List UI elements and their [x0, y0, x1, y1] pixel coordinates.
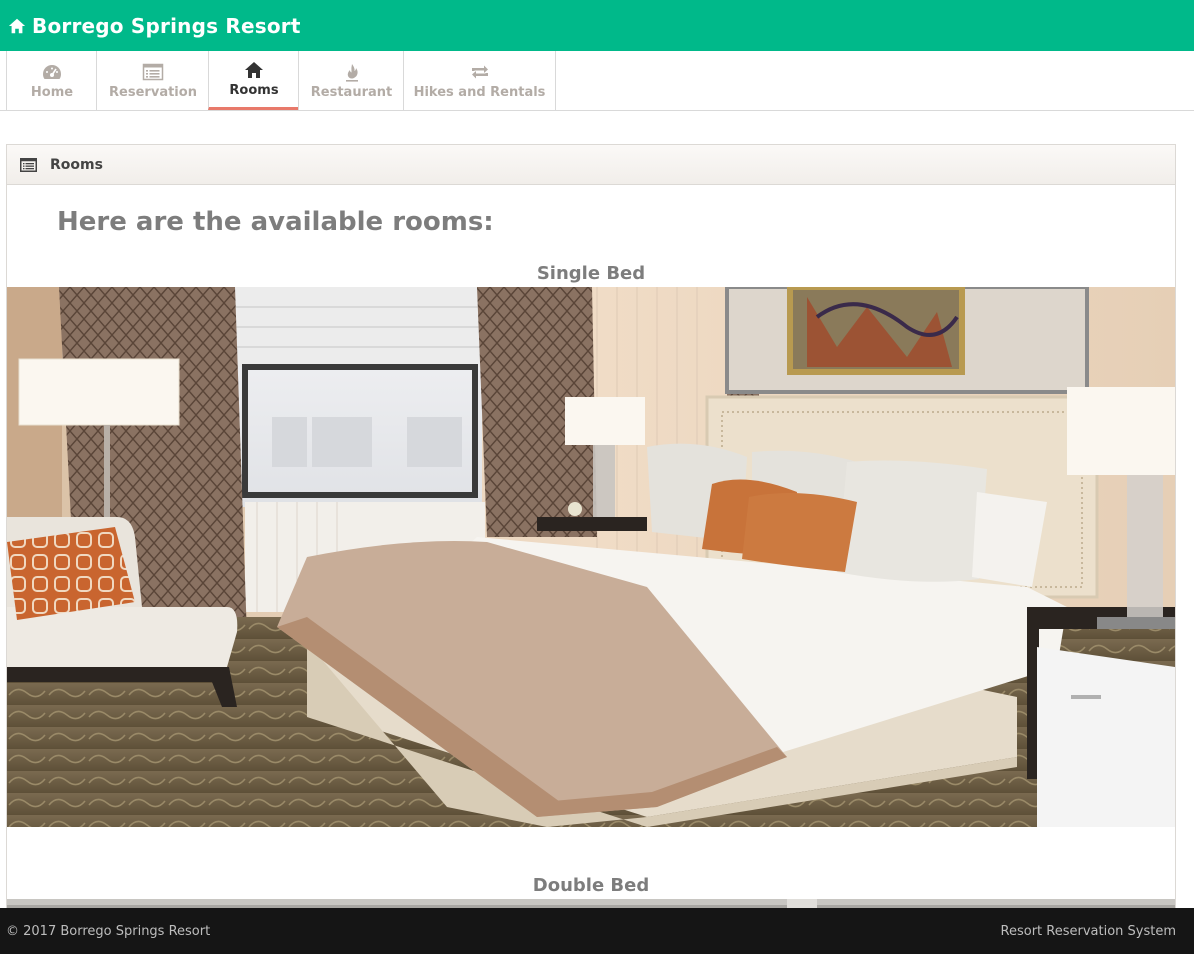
- footer: © 2017 Borrego Springs Resort Resort Res…: [0, 908, 1194, 954]
- brand-title[interactable]: Borrego Springs Resort: [32, 14, 301, 38]
- room-title-single: Single Bed: [536, 263, 646, 284]
- list-icon: [20, 157, 37, 172]
- room-title-double: Double Bed: [532, 875, 650, 896]
- dashboard-icon: [43, 64, 61, 79]
- tab-home[interactable]: Home: [6, 51, 97, 110]
- tab-label: Home: [30, 84, 74, 100]
- home-icon: [245, 62, 263, 78]
- tab-rooms[interactable]: Rooms: [208, 51, 299, 110]
- home-icon: [8, 18, 26, 33]
- tab-hikes-and-rentals[interactable]: Hikes and Rentals: [403, 51, 556, 110]
- top-bar: Borrego Springs Resort: [0, 0, 1194, 51]
- tab-restaurant[interactable]: Restaurant: [298, 51, 404, 110]
- tab-label: Reservation: [109, 84, 197, 100]
- tab-label: Rooms: [229, 83, 279, 98]
- tab-reservation[interactable]: Reservation: [96, 51, 209, 110]
- tab-label: Hikes and Rentals: [413, 84, 546, 100]
- intro-heading: Here are the available rooms:: [57, 207, 494, 237]
- nav-tabs: Home Reservation Rooms Restaurant Hikes …: [0, 51, 1194, 111]
- rooms-panel: Rooms Here are the available rooms: Sing…: [6, 144, 1176, 944]
- list-icon: [142, 63, 164, 80]
- single-bed-photo: [7, 287, 1175, 827]
- panel-title: Rooms: [50, 156, 103, 173]
- fire-icon: [345, 63, 358, 82]
- footer-copyright: © 2017 Borrego Springs Resort: [6, 923, 211, 939]
- panel-header: Rooms: [7, 145, 1175, 185]
- tab-label: Restaurant: [310, 84, 393, 100]
- retweet-icon: [471, 65, 488, 78]
- footer-system-name: Resort Reservation System: [1000, 923, 1176, 939]
